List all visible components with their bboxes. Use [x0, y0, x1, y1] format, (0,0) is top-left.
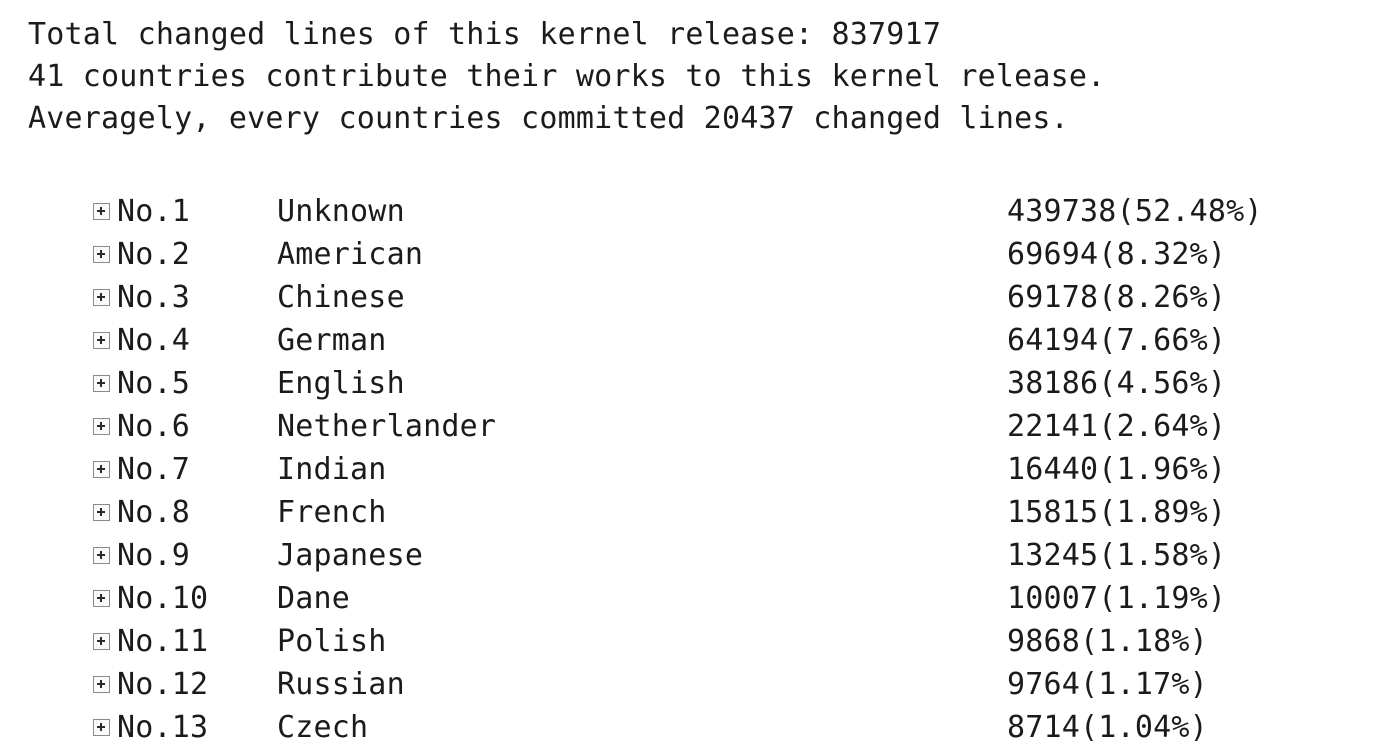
ranking-row-12[interactable]: No.12 Russian 9764(1.17%) [0, 663, 1399, 706]
ranking-row-rank: No.9 [117, 538, 191, 573]
ranking-row-rank: No.8 [117, 495, 191, 530]
ranking-row-country: Russian [277, 667, 405, 702]
ranking-row-value: 15815(1.89%) [1007, 495, 1227, 530]
plus-box-icon[interactable] [93, 676, 110, 693]
ranking-row-rank: No.4 [117, 323, 191, 358]
ranking-row-value: 64194(7.66%) [1007, 323, 1227, 358]
ranking-row-country: Netherlander [277, 409, 497, 444]
plus-box-icon[interactable] [93, 289, 110, 306]
plus-box-icon[interactable] [93, 203, 110, 220]
ranking-row-value: 38186(4.56%) [1007, 366, 1227, 401]
plus-box-icon[interactable] [93, 719, 110, 736]
plus-box-icon[interactable] [93, 332, 110, 349]
ranking-row-rank: No.11 [117, 624, 209, 659]
summary-block: Total changed lines of this kernel relea… [28, 14, 1388, 140]
ranking-row-value: 8714(1.04%) [1007, 710, 1208, 745]
country-ranking-list: No.1 Unknown 439738(52.48%) No.2 America… [0, 190, 1399, 749]
ranking-row-value: 69178(8.26%) [1007, 280, 1227, 315]
ranking-row-7[interactable]: No.7 Indian 16440(1.96%) [0, 448, 1399, 491]
ranking-row-value: 13245(1.58%) [1007, 538, 1227, 573]
ranking-row-value: 9868(1.18%) [1007, 624, 1208, 659]
ranking-row-1[interactable]: No.1 Unknown 439738(52.48%) [0, 190, 1399, 233]
ranking-row-rank: No.13 [117, 710, 209, 745]
ranking-row-country: Czech [277, 710, 369, 745]
ranking-row-country: German [277, 323, 387, 358]
ranking-row-rank: No.7 [117, 452, 191, 487]
ranking-row-country: American [277, 237, 424, 272]
ranking-row-country: Unknown [277, 194, 405, 229]
ranking-row-rank: No.2 [117, 237, 191, 272]
ranking-row-11[interactable]: No.11 Polish 9868(1.18%) [0, 620, 1399, 663]
ranking-row-country: Chinese [277, 280, 405, 315]
ranking-row-rank: No.1 [117, 194, 191, 229]
ranking-row-5[interactable]: No.5 English 38186(4.56%) [0, 362, 1399, 405]
ranking-row-rank: No.3 [117, 280, 191, 315]
ranking-row-9[interactable]: No.9 Japanese 13245(1.58%) [0, 534, 1399, 577]
ranking-row-country: French [277, 495, 387, 530]
summary-line-total: Total changed lines of this kernel relea… [28, 17, 942, 52]
plus-box-icon[interactable] [93, 504, 110, 521]
ranking-row-13[interactable]: No.13 Czech 8714(1.04%) [0, 706, 1399, 749]
ranking-row-3[interactable]: No.3 Chinese 69178(8.26%) [0, 276, 1399, 319]
ranking-row-value: 16440(1.96%) [1007, 452, 1227, 487]
ranking-row-8[interactable]: No.8 French 15815(1.89%) [0, 491, 1399, 534]
ranking-row-value: 9764(1.17%) [1007, 667, 1208, 702]
ranking-row-country: Indian [277, 452, 387, 487]
summary-line-countries: 41 countries contribute their works to t… [28, 59, 1106, 94]
ranking-row-country: English [277, 366, 405, 401]
ranking-row-rank: No.5 [117, 366, 191, 401]
ranking-row-value: 10007(1.19%) [1007, 581, 1227, 616]
ranking-row-country: Japanese [277, 538, 424, 573]
ranking-row-6[interactable]: No.6 Netherlander 22141(2.64%) [0, 405, 1399, 448]
summary-line-average: Averagely, every countries committed 204… [28, 101, 1069, 136]
ranking-row-value: 439738(52.48%) [1007, 194, 1263, 229]
ranking-row-2[interactable]: No.2 American 69694(8.32%) [0, 233, 1399, 276]
ranking-row-4[interactable]: No.4 German 64194(7.66%) [0, 319, 1399, 362]
plus-box-icon[interactable] [93, 633, 110, 650]
plus-box-icon[interactable] [93, 461, 110, 478]
ranking-row-country: Polish [277, 624, 387, 659]
ranking-row-rank: No.6 [117, 409, 191, 444]
ranking-row-value: 69694(8.32%) [1007, 237, 1227, 272]
plus-box-icon[interactable] [93, 375, 110, 392]
ranking-row-value: 22141(2.64%) [1007, 409, 1227, 444]
plus-box-icon[interactable] [93, 547, 110, 564]
ranking-row-rank: No.12 [117, 667, 209, 702]
ranking-row-rank: No.10 [117, 581, 209, 616]
plus-box-icon[interactable] [93, 246, 110, 263]
plus-box-icon[interactable] [93, 418, 110, 435]
ranking-row-country: Dane [277, 581, 351, 616]
plus-box-icon[interactable] [93, 590, 110, 607]
ranking-row-10[interactable]: No.10 Dane 10007(1.19%) [0, 577, 1399, 620]
